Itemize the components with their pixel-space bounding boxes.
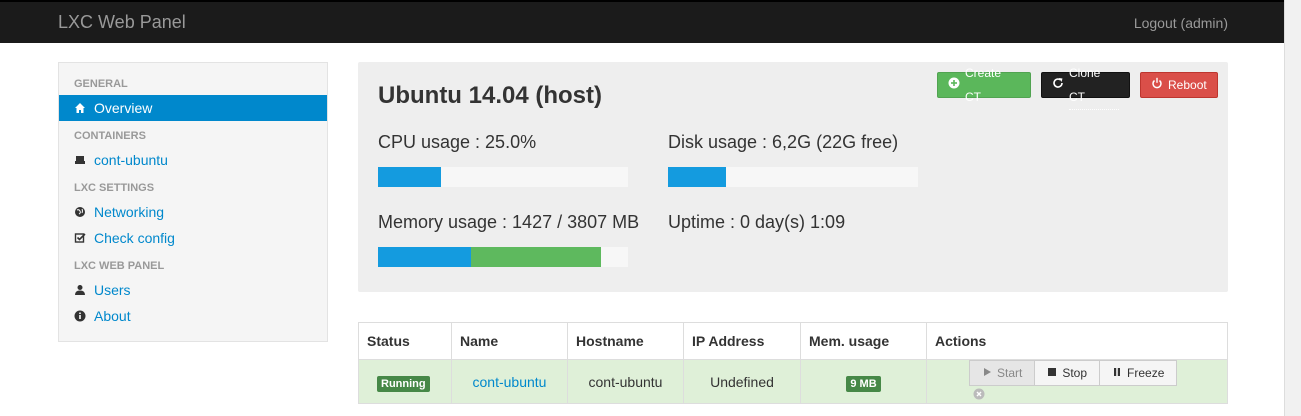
check-square-icon bbox=[74, 232, 94, 244]
name-cell: cont-ubuntu bbox=[451, 359, 568, 404]
mem-cell: 9 MB bbox=[800, 359, 927, 404]
refresh-icon bbox=[1052, 73, 1064, 97]
uptime-label: Uptime : 0 day(s) 1:09 bbox=[668, 212, 846, 232]
globe-icon bbox=[74, 206, 94, 218]
reboot-button[interactable]: Reboot bbox=[1140, 72, 1218, 98]
sidebar-item-label: About bbox=[94, 308, 131, 324]
col-name: Name bbox=[451, 322, 568, 360]
col-actions: Actions bbox=[926, 322, 1228, 360]
col-ip-address: IP Address bbox=[683, 322, 801, 360]
brand-title[interactable]: LXC Web Panel bbox=[58, 12, 186, 33]
sidebar-item-networking[interactable]: Networking bbox=[59, 199, 327, 225]
remove-circle-icon[interactable] bbox=[973, 387, 985, 403]
status-badge: Running bbox=[377, 375, 430, 392]
memory-usage-label: Memory usage : 1427 / 3807 MB bbox=[378, 212, 640, 232]
sidebar-item-users[interactable]: Users bbox=[59, 277, 327, 303]
sidebar-item-label: Networking bbox=[94, 204, 165, 220]
disk-usage-label: Disk usage : 6,2G (22G free) bbox=[668, 132, 899, 152]
status-cell: Running bbox=[358, 359, 452, 404]
sidebar-item-check-config[interactable]: Check config bbox=[59, 225, 327, 251]
mem-badge: 9 MB bbox=[846, 375, 881, 392]
home-icon bbox=[74, 102, 94, 114]
pause-icon bbox=[1112, 366, 1122, 380]
sidebar-item-cont-ubuntu[interactable]: cont-ubuntu bbox=[59, 147, 327, 173]
container-name-link[interactable]: cont-ubuntu bbox=[473, 374, 547, 390]
start-button[interactable]: Start bbox=[969, 360, 1036, 386]
create-ct-button[interactable]: Create CT bbox=[937, 66, 1031, 104]
stop-label: Stop bbox=[1062, 366, 1088, 380]
memory-used-fill bbox=[378, 247, 471, 267]
containers-table: Status Name Hostname IP Address Mem. usa… bbox=[358, 322, 1228, 405]
sidebar-item-label: cont-ubuntu bbox=[94, 152, 168, 168]
create-ct-label: Create CT bbox=[965, 66, 1002, 104]
logout-link[interactable]: Logout (admin) bbox=[1134, 15, 1228, 31]
ip-cell: Undefined bbox=[683, 359, 801, 404]
hostname-cell: cont-ubuntu bbox=[567, 359, 684, 404]
sidebar-nav: General Overview Containers cont-ubuntu … bbox=[58, 62, 328, 342]
disk-progress-bar bbox=[668, 167, 918, 187]
cpu-progress-bar bbox=[378, 167, 628, 187]
stop-button[interactable]: Stop bbox=[1035, 360, 1101, 386]
nav-header-lxc-web-panel: LXC Web Panel bbox=[74, 260, 165, 272]
plus-circle-icon bbox=[948, 73, 960, 97]
col-mem-usage: Mem. usage bbox=[800, 322, 927, 360]
cpu-progress-fill bbox=[378, 167, 441, 187]
start-label: Start bbox=[997, 366, 1023, 380]
table-row: Running cont-ubuntu cont-ubuntu Undefine… bbox=[358, 359, 1228, 404]
disk-progress-fill bbox=[668, 167, 726, 187]
info-icon bbox=[74, 310, 94, 322]
nav-header-containers: Containers bbox=[74, 130, 146, 142]
memory-progress-bar bbox=[378, 247, 628, 267]
nav-header-general: General bbox=[74, 78, 128, 90]
sidebar-item-overview[interactable]: Overview bbox=[59, 95, 327, 121]
user-icon bbox=[74, 284, 94, 296]
col-status: Status bbox=[358, 322, 452, 360]
table-header-row: Status Name Hostname IP Address Mem. usa… bbox=[358, 322, 1228, 360]
power-icon bbox=[1151, 73, 1163, 97]
top-navbar: LXC Web Panel Logout (admin) bbox=[0, 0, 1284, 43]
freeze-button[interactable]: Freeze bbox=[1100, 360, 1178, 386]
sidebar-item-label: Overview bbox=[94, 100, 153, 116]
clone-ct-button[interactable]: Clone CT bbox=[1041, 66, 1130, 110]
page-scrollbar[interactable] bbox=[1284, 0, 1301, 416]
play-icon bbox=[982, 366, 992, 380]
sidebar-item-label: Check config bbox=[94, 230, 175, 246]
memory-cached-fill bbox=[470, 247, 601, 267]
host-panel: Ubuntu 14.04 (host) Create CT Clone CT R… bbox=[358, 62, 1228, 292]
sidebar-item-label: Users bbox=[94, 282, 131, 298]
nav-header-lxc-settings: LXC Settings bbox=[74, 182, 155, 194]
actions-cell: Start Stop Freeze bbox=[926, 359, 1228, 404]
freeze-label: Freeze bbox=[1127, 366, 1165, 380]
sidebar-item-about[interactable]: About bbox=[59, 303, 327, 329]
reboot-label: Reboot bbox=[1168, 78, 1207, 92]
col-hostname: Hostname bbox=[567, 322, 684, 360]
host-title: Ubuntu 14.04 (host) bbox=[378, 82, 603, 109]
drive-icon bbox=[74, 154, 94, 166]
container-actions: Start Stop Freeze bbox=[969, 360, 1178, 386]
clone-ct-label: Clone CT bbox=[1069, 61, 1119, 110]
stop-icon bbox=[1047, 366, 1057, 380]
cpu-usage-label: CPU usage : 25.0% bbox=[378, 132, 537, 152]
